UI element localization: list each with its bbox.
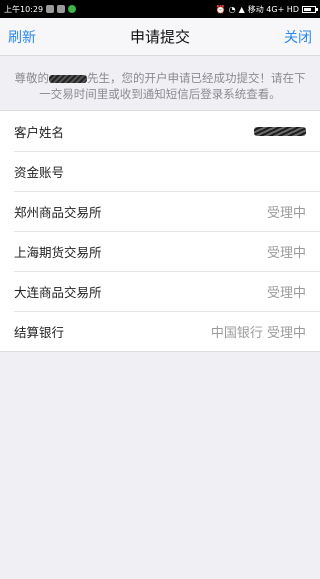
row-label: 结算银行 bbox=[14, 324, 65, 340]
wechat-icon bbox=[68, 5, 77, 13]
row-label: 上海期货交易所 bbox=[14, 244, 102, 260]
wifi-icon: ◔ bbox=[228, 4, 236, 14]
info-list: 客户姓名 资金账号 郑州商品交易所 受理中 上海期货交易所 受理中 大连商品交易… bbox=[0, 110, 320, 352]
notice-prefix: 尊敬的 bbox=[14, 71, 50, 85]
carrier-text: 移动 4G+ HD bbox=[247, 4, 299, 14]
row-value: 受理中 bbox=[266, 205, 306, 221]
alarm-icon: ⏰ bbox=[215, 4, 226, 14]
row-label: 客户姓名 bbox=[14, 124, 65, 140]
row-label: 资金账号 bbox=[14, 164, 65, 180]
row-value: 受理中 bbox=[266, 285, 306, 301]
signal-icon: ▲ bbox=[238, 4, 245, 14]
row-dalian-exchange: 大连商品交易所 受理中 bbox=[0, 271, 320, 311]
nav-bar: 刷新 申请提交 关闭 bbox=[0, 18, 320, 56]
row-label: 大连商品交易所 bbox=[14, 284, 102, 300]
battery-icon bbox=[302, 5, 318, 13]
status-right: ⏰ ◔ ▲ 移动 4G+ HD bbox=[215, 0, 318, 18]
row-shanghai-exchange: 上海期货交易所 受理中 bbox=[0, 231, 320, 271]
status-bar: 上午10:29 ⏰ ◔ ▲ 移动 4G+ HD bbox=[0, 0, 320, 18]
row-settlement-bank: 结算银行 中国银行 受理中 bbox=[0, 311, 320, 351]
row-value: 中国银行 受理中 bbox=[210, 325, 306, 341]
row-label: 郑州商品交易所 bbox=[14, 204, 102, 220]
row-zhengzhou-exchange: 郑州商品交易所 受理中 bbox=[0, 191, 320, 231]
notification-icon bbox=[46, 5, 55, 13]
notice-message: 尊敬的 先生，您的开户申请已经成功提交！请在下一交易时间里或收到通知短信后登录系统… bbox=[0, 56, 320, 110]
row-customer-name: 客户姓名 bbox=[0, 111, 320, 151]
row-fund-account: 资金账号 bbox=[0, 151, 320, 191]
page-title: 申请提交 bbox=[129, 28, 190, 46]
close-button[interactable]: 关闭 bbox=[284, 27, 312, 47]
image-notification-icon bbox=[57, 5, 66, 13]
status-left: 上午10:29 bbox=[4, 4, 77, 15]
refresh-button[interactable]: 刷新 bbox=[8, 27, 36, 47]
redacted-customer-name bbox=[49, 74, 87, 83]
redacted-name-value bbox=[254, 126, 306, 136]
status-time: 上午10:29 bbox=[4, 4, 44, 14]
row-value: 受理中 bbox=[266, 245, 306, 261]
